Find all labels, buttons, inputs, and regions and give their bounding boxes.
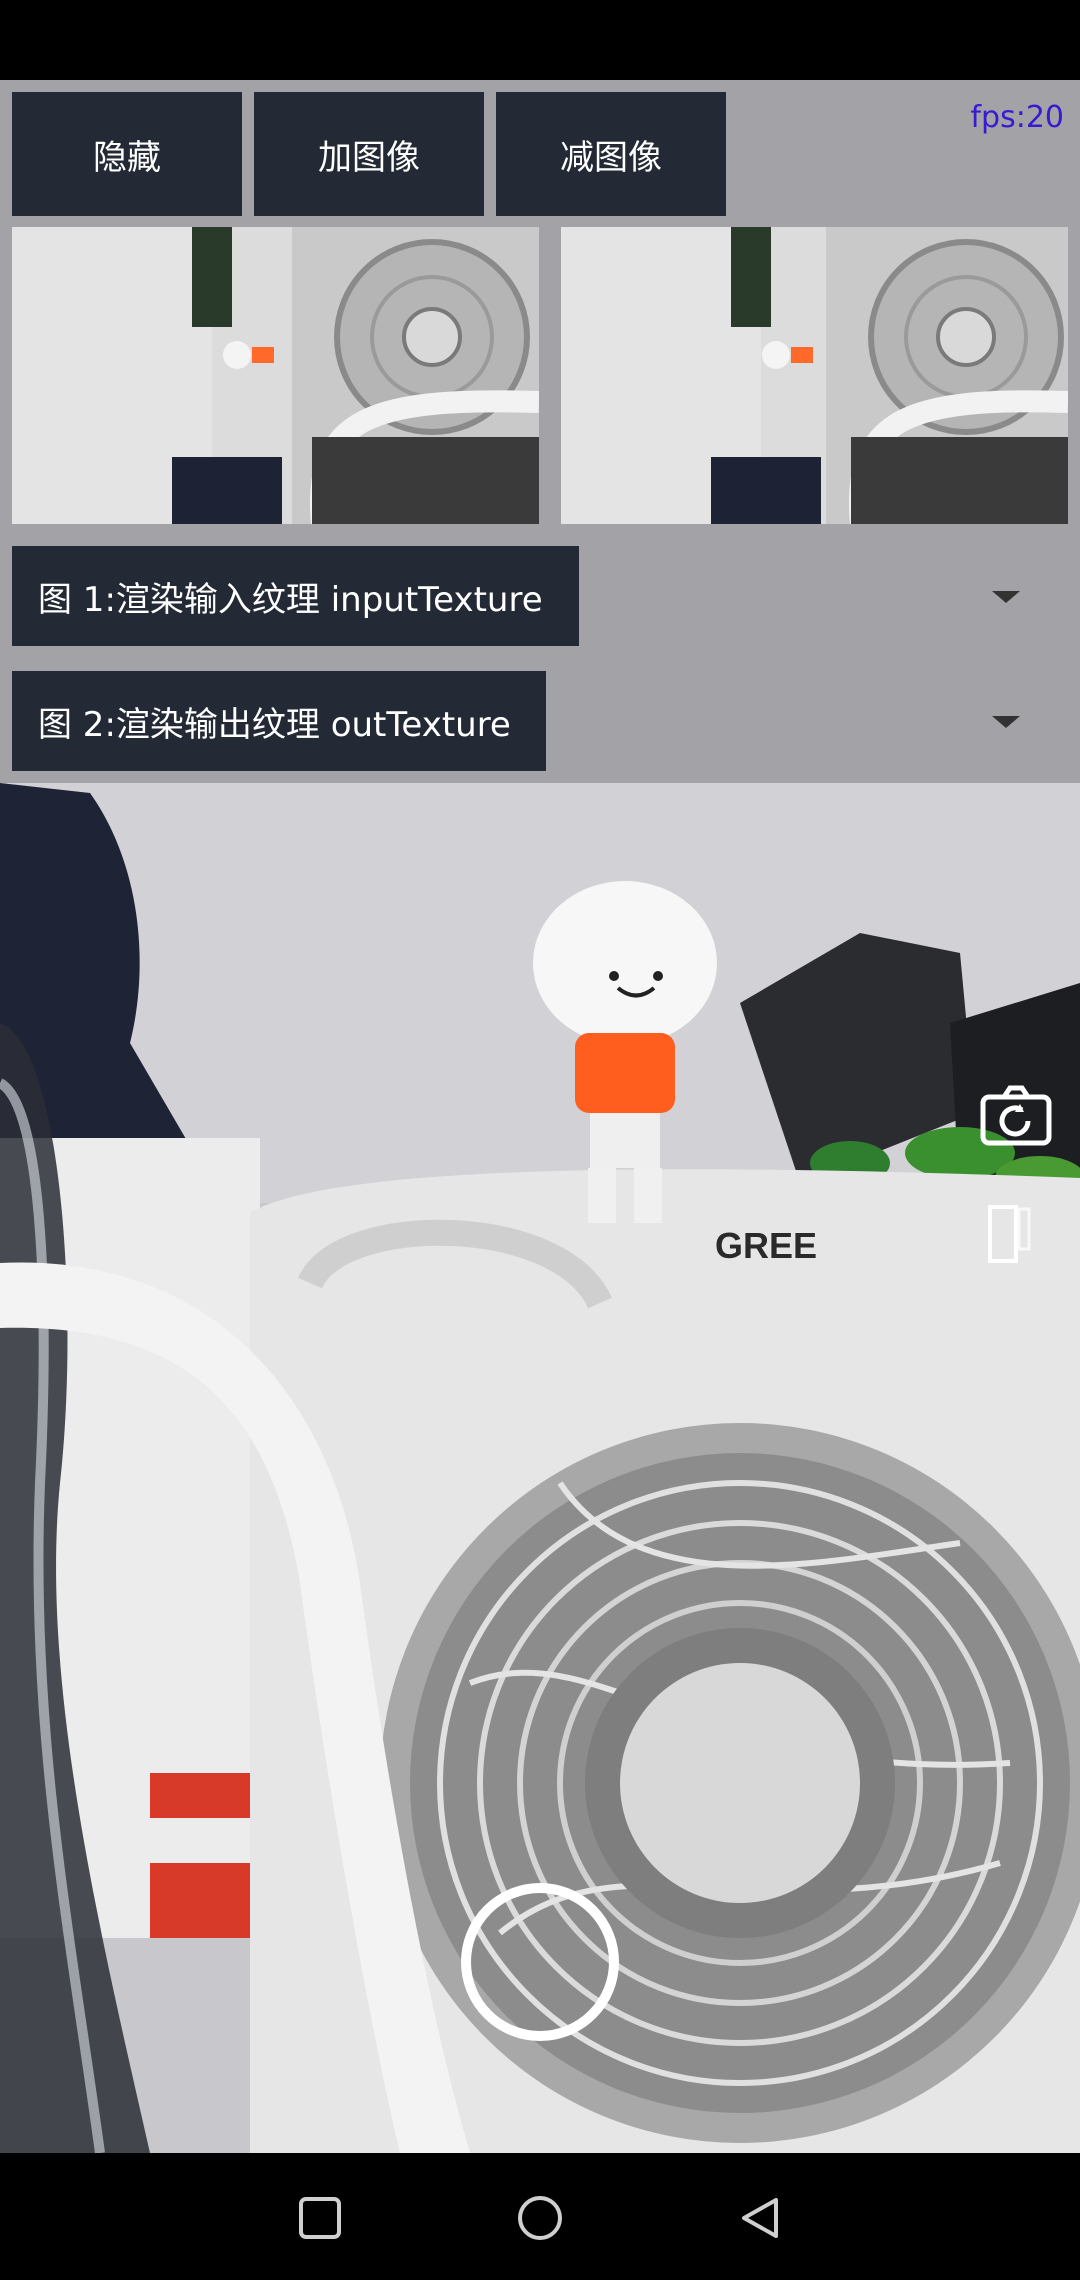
texture-select-2[interactable]: 图 2:渲染输出纹理 outTexture: [12, 671, 546, 771]
fan-brand-text: GREE: [715, 1225, 817, 1266]
shutter-button[interactable]: [458, 1880, 622, 2044]
dropdown-1-chevron-icon[interactable]: [992, 591, 1020, 603]
texture-select-1[interactable]: 图 1:渲染输入纹理 inputTexture: [12, 546, 579, 646]
circle-home-icon[interactable]: [512, 2190, 568, 2246]
camera-preview[interactable]: GREE: [0, 783, 1080, 2153]
debug-panel: 隐藏 加图像 减图像 fps:20 图 1:渲染输入纹理 inputTextur…: [0, 80, 1080, 783]
fps-counter: fps:20: [970, 100, 1064, 135]
square-recent-icon[interactable]: [292, 2190, 348, 2246]
texture-select-1-label: 图 1:渲染输入纹理 inputTexture: [38, 579, 543, 620]
dropdown-2-chevron-icon[interactable]: [992, 716, 1020, 728]
add-image-button[interactable]: 加图像: [254, 92, 484, 216]
hide-button[interactable]: 隐藏: [12, 92, 242, 216]
camera-switch-icon[interactable]: [980, 1085, 1052, 1147]
flash-toggle-icon[interactable]: [985, 1201, 1045, 1271]
remove-image-button[interactable]: 减图像: [496, 92, 726, 216]
texture-select-2-label: 图 2:渲染输出纹理 outTexture: [38, 704, 511, 745]
status-bar: [0, 0, 1080, 80]
output-texture-thumbnail: [561, 227, 1068, 524]
input-texture-thumbnail: [12, 227, 539, 524]
triangle-back-icon[interactable]: [732, 2190, 788, 2246]
